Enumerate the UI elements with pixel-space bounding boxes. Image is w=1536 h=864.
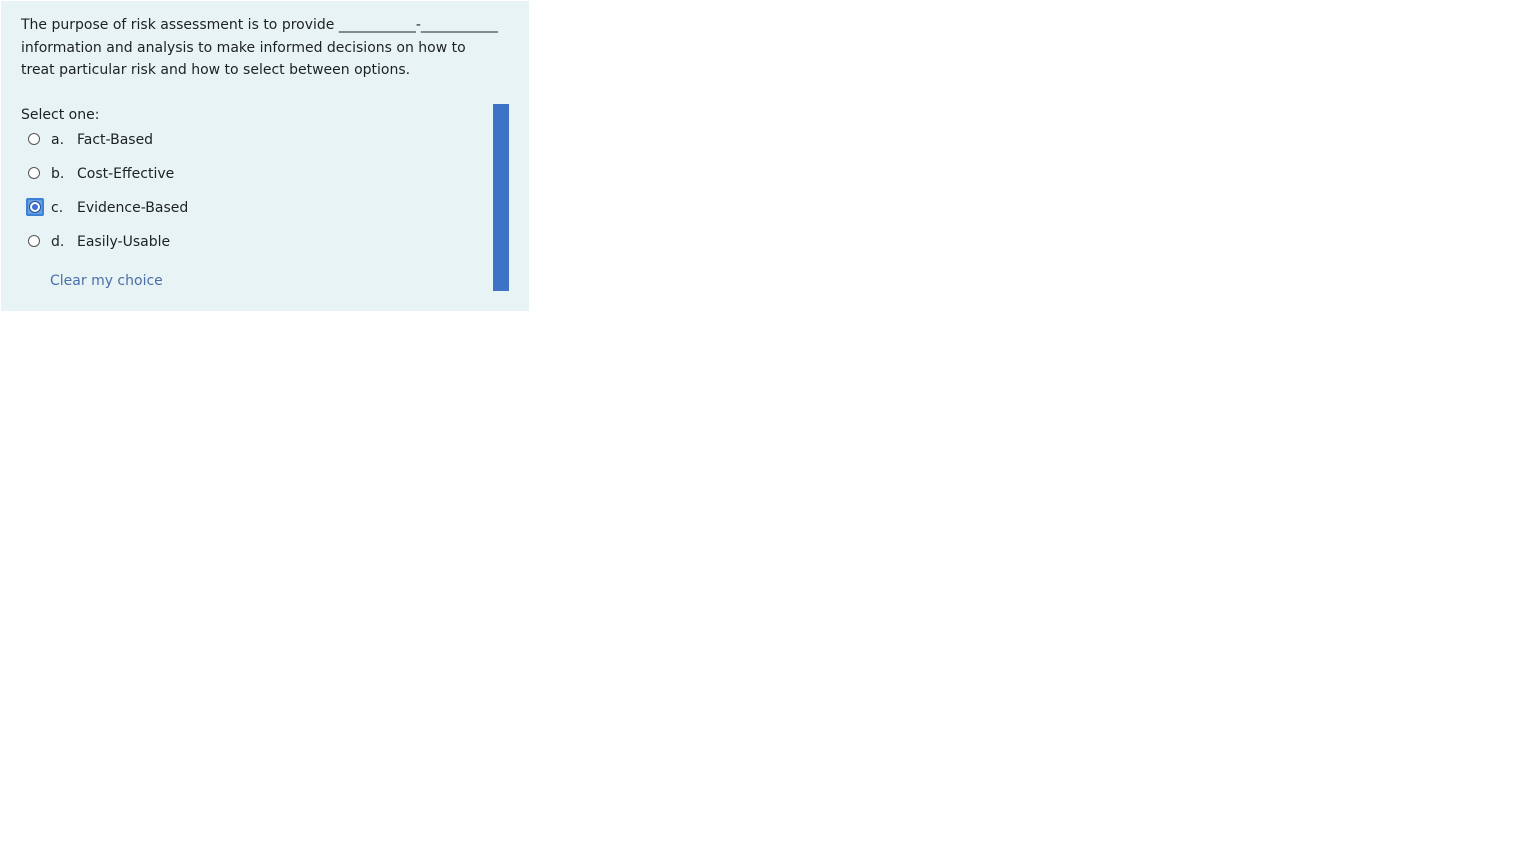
radio-button-a[interactable] [28, 133, 40, 145]
answer-label-d: Easily-Usable [77, 234, 171, 250]
radio-button-b[interactable] [28, 167, 40, 179]
answer-option-b[interactable]: b. Cost-Effective [25, 162, 465, 196]
answer-option-c[interactable]: c. Evidence-Based [25, 196, 465, 230]
answer-letter-a: a. [51, 132, 65, 148]
answer-list: a. Fact-Based b. Cost-Effective c. Evide… [25, 128, 465, 264]
answer-label-a: Fact-Based [77, 132, 154, 148]
answer-option-a[interactable]: a. Fact-Based [25, 128, 465, 162]
answer-option-d[interactable]: d. Easily-Usable [25, 230, 465, 264]
radio-button-c-selected[interactable] [26, 198, 44, 216]
answer-letter-b: b. [51, 166, 65, 182]
answer-letter-d: d. [51, 234, 65, 250]
select-one-prompt: Select one: [21, 107, 100, 123]
answer-label-b: Cost-Effective [77, 166, 175, 182]
clear-my-choice-link[interactable]: Clear my choice [50, 271, 163, 291]
question-card: The purpose of risk assessment is to pro… [1, 1, 529, 311]
radio-button-d[interactable] [28, 235, 40, 247]
question-text: The purpose of risk assessment is to pro… [21, 17, 498, 78]
answer-label-c: Evidence-Based [77, 200, 189, 216]
selection-highlight-bar [493, 104, 509, 291]
answer-letter-c: c. [51, 200, 64, 216]
